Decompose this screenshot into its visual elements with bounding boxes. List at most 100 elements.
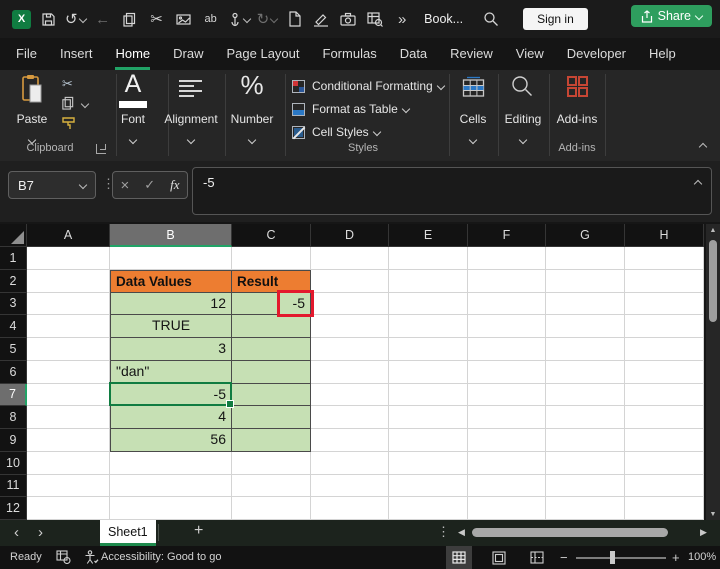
cell-F6[interactable] (468, 361, 546, 384)
cell-A2[interactable] (27, 270, 110, 293)
cell-A7[interactable] (27, 384, 110, 407)
vertical-scrollbar[interactable]: ▲ ▼ (706, 224, 720, 520)
cell-B3[interactable]: 12 (110, 293, 232, 316)
cell-D2[interactable] (311, 270, 389, 293)
cell-C7[interactable] (232, 384, 311, 407)
save-icon[interactable] (38, 7, 58, 31)
cell-H4[interactable] (625, 315, 704, 338)
sign-in-button[interactable]: Sign in (523, 8, 588, 30)
fill-handle[interactable] (226, 400, 234, 408)
paste-button[interactable] (20, 74, 44, 104)
cell-F7[interactable] (468, 384, 546, 407)
cell-G1[interactable] (546, 247, 625, 270)
row-header-8[interactable]: 8 (0, 406, 27, 429)
column-header-A[interactable]: A (27, 224, 110, 247)
cell-H9[interactable] (625, 429, 704, 452)
cell-E9[interactable] (389, 429, 468, 452)
cell-C8[interactable] (232, 406, 311, 429)
cell-A5[interactable] (27, 338, 110, 361)
row-header-9[interactable]: 9 (0, 429, 27, 452)
cell-C10[interactable] (232, 452, 311, 475)
tab-draw[interactable]: Draw (173, 38, 203, 70)
cell-E6[interactable] (389, 361, 468, 384)
tab-page-layout[interactable]: Page Layout (227, 38, 300, 70)
cell-H1[interactable] (625, 247, 704, 270)
cell-B2[interactable]: Data Values (110, 270, 232, 293)
copy-icon[interactable] (120, 7, 140, 31)
zoom-level[interactable]: 100% (688, 551, 716, 563)
sheet-nav-right-icon[interactable]: › (38, 524, 43, 541)
tab-review[interactable]: Review (450, 38, 493, 70)
cell-A11[interactable] (27, 475, 110, 498)
cell-F9[interactable] (468, 429, 546, 452)
scroll-up-icon[interactable]: ▲ (706, 224, 720, 236)
cell-E7[interactable] (389, 384, 468, 407)
cell-A6[interactable] (27, 361, 110, 384)
cell-C9[interactable] (232, 429, 311, 452)
formula-input[interactable]: -5 (192, 167, 712, 215)
translate-icon[interactable]: ab (201, 7, 221, 31)
font-button[interactable]: Font (110, 112, 156, 126)
picture-icon[interactable] (174, 7, 194, 31)
cell-B10[interactable] (110, 452, 232, 475)
format-as-table-button[interactable]: Format as Table (292, 99, 409, 119)
camera-icon[interactable] (338, 7, 358, 31)
column-header-C[interactable]: C (232, 224, 311, 247)
cell-F11[interactable] (468, 475, 546, 498)
cell-H2[interactable] (625, 270, 704, 293)
normal-view-button[interactable] (446, 546, 472, 569)
touch-mode-button[interactable] (228, 7, 250, 31)
cell-G8[interactable] (546, 406, 625, 429)
select-all-button[interactable] (0, 224, 27, 247)
tab-help[interactable]: Help (649, 38, 676, 70)
column-header-D[interactable]: D (311, 224, 389, 247)
cell-F3[interactable] (468, 293, 546, 316)
row-header-1[interactable]: 1 (0, 247, 27, 270)
cell-H12[interactable] (625, 497, 704, 520)
tab-data[interactable]: Data (400, 38, 427, 70)
column-header-H[interactable]: H (625, 224, 704, 247)
cell-B1[interactable] (110, 247, 232, 270)
number-percent-icon[interactable]: % (237, 70, 267, 101)
add-ins-icon[interactable] (566, 75, 589, 98)
cell-F10[interactable] (468, 452, 546, 475)
clipboard-dialog-launcher-icon[interactable] (96, 144, 106, 154)
alignment-icon[interactable] (179, 80, 202, 97)
cell-H6[interactable] (625, 361, 704, 384)
copy-small-icon[interactable] (61, 96, 75, 110)
row-header-10[interactable]: 10 (0, 452, 27, 475)
add-sheet-button[interactable]: + (194, 522, 203, 540)
row-header-3[interactable]: 3 (0, 293, 27, 316)
row-header-7[interactable]: 7 (0, 384, 27, 407)
cell-E10[interactable] (389, 452, 468, 475)
row-header-4[interactable]: 4 (0, 315, 27, 338)
hscroll-right-icon[interactable]: ▶ (700, 527, 707, 538)
cell-F1[interactable] (468, 247, 546, 270)
cell-G9[interactable] (546, 429, 625, 452)
cell-G6[interactable] (546, 361, 625, 384)
cell-E4[interactable] (389, 315, 468, 338)
cell-A4[interactable] (27, 315, 110, 338)
number-button[interactable]: Number (227, 112, 277, 126)
cell-C1[interactable] (232, 247, 311, 270)
sheet-tab-sheet1[interactable]: Sheet1 (100, 520, 156, 546)
pen-strike-icon[interactable] (311, 7, 331, 31)
cell-A9[interactable] (27, 429, 110, 452)
cut-icon[interactable]: ✂ (147, 7, 167, 31)
cell-A1[interactable] (27, 247, 110, 270)
cells-icon[interactable] (462, 76, 485, 98)
cell-B8[interactable]: 4 (110, 406, 232, 429)
column-header-G[interactable]: G (546, 224, 625, 247)
cell-G7[interactable] (546, 384, 625, 407)
cell-A10[interactable] (27, 452, 110, 475)
cell-B6[interactable]: "dan" (110, 361, 232, 384)
column-header-E[interactable]: E (389, 224, 468, 247)
editing-button[interactable]: Editing (494, 112, 552, 126)
font-icon[interactable]: A (113, 70, 153, 99)
font-chevron-icon[interactable] (130, 130, 136, 148)
scroll-down-icon[interactable]: ▼ (706, 508, 720, 520)
cell-C6[interactable] (232, 361, 311, 384)
horizontal-scrollbar-thumb[interactable] (472, 528, 668, 537)
cell-A3[interactable] (27, 293, 110, 316)
zoom-slider-track[interactable] (576, 557, 666, 559)
